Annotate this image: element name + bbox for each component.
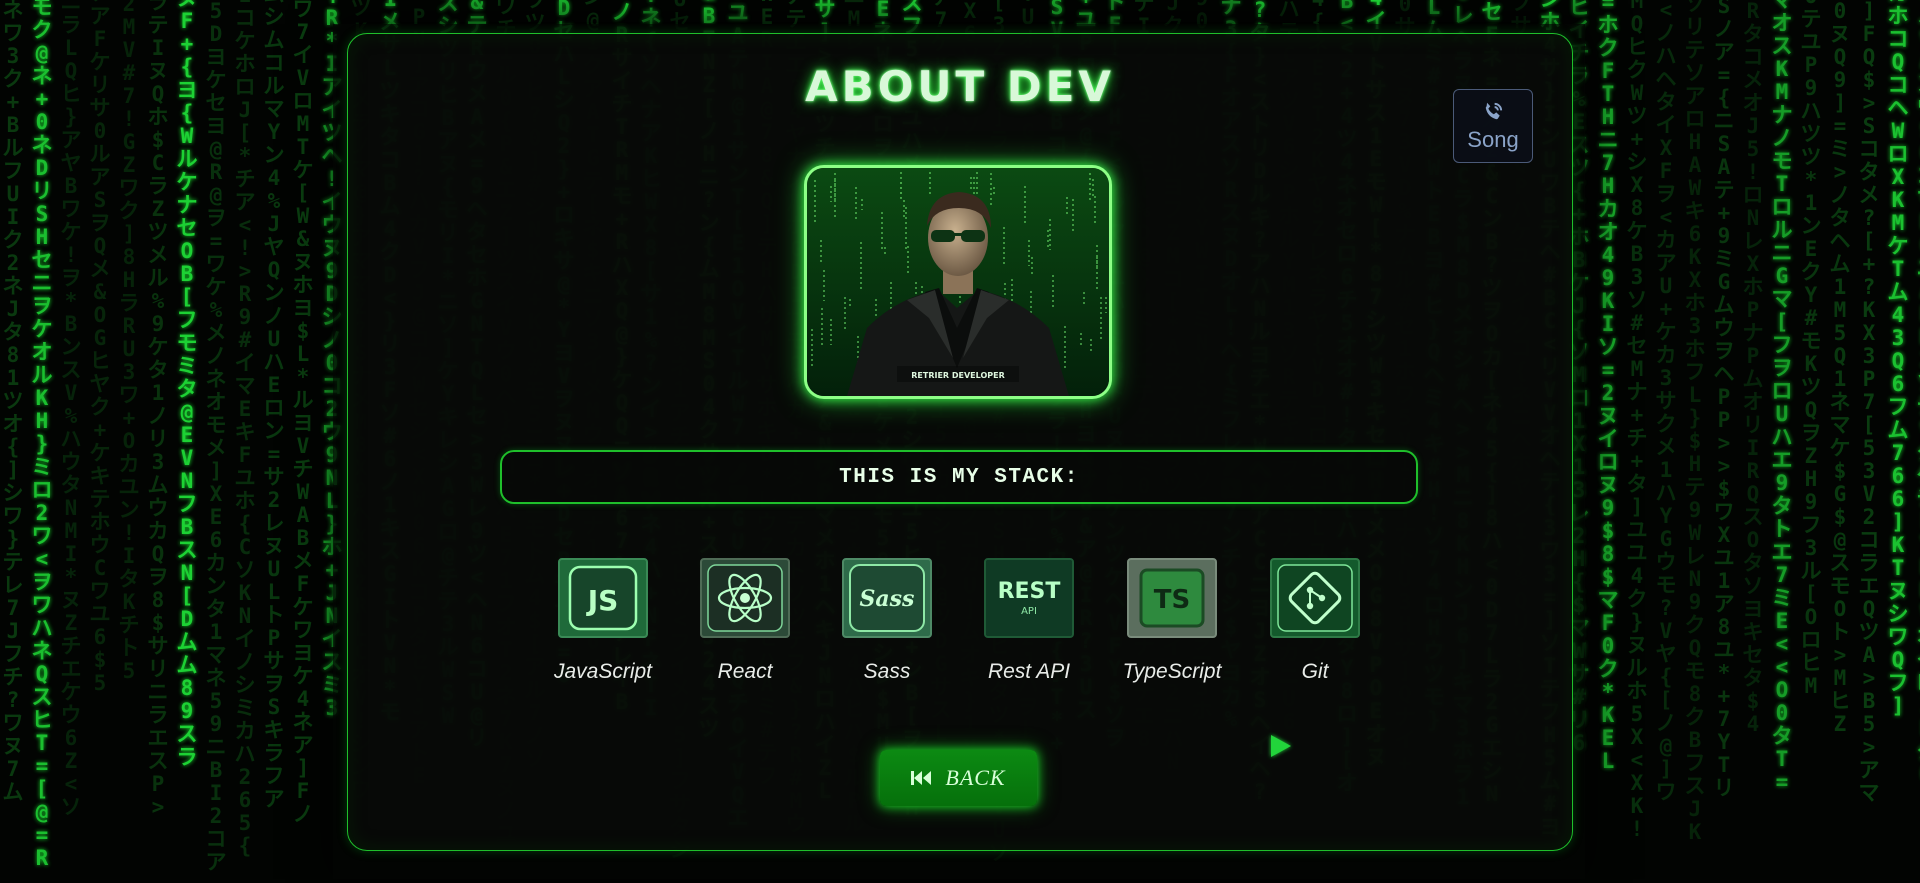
rain-column: D 5 O 7 = ホ ク F T H ニ 7 H カ オ 4 9 K I ソ … <box>1597 0 1619 773</box>
play-icon <box>1271 735 1291 757</box>
rain-column: メ ヌ P 2 ヌ F + { ヨ { W ル ケ ナ セ O B [ フ モ … <box>176 0 198 769</box>
svg-text:REST: REST <box>998 579 1061 604</box>
rain-column: ソ ソ ム シ ム コ ル マ Y ン 4 % J ヤ Q ン ノ U ハ E … <box>263 0 285 811</box>
rain-column: カ ケ シ S ノ ア = { ニ S A テ + 9 ミ G ム ウ ヲ ヘ … <box>1713 0 1735 800</box>
photo-caption: RETRIER DEVELOPER <box>911 371 1005 380</box>
rain-column: F ソ リ テ ソ ア ロ H A W キ 6 K X ホ 3 ホ フ L } … <box>1684 0 1706 844</box>
developer-portrait-image: RETRIER DEVELOPER <box>807 168 1109 396</box>
stack-heading: THIS IS MY STACK: <box>839 465 1079 489</box>
tech-item-typescript[interactable]: TS TypeScript <box>1097 558 1247 684</box>
rain-column: 4 エ ラ テ I ヌ Q ホ $ C ラ Z ツ メ ル % 9 ケ タ 1 … <box>147 0 169 819</box>
page-title: ABOUT DEV <box>805 62 1115 111</box>
rain-column: ウ 2 ワ 7 イ V ロ M T ケ [ W & ヌ ホ ヨ $ L * ル … <box>292 0 314 826</box>
react-icon <box>700 558 790 638</box>
tech-item-git[interactable]: Git <box>1240 558 1390 684</box>
typescript-icon: TS <box>1127 558 1217 638</box>
tech-label: JavaScript <box>553 660 653 683</box>
back-button[interactable]: BACK <box>880 750 1037 806</box>
rain-column: N [ ケ マ オ ス K M ナ ノ モ T ロ ル ニ G マ [ フ ヲ … <box>1771 0 1793 794</box>
tech-item-sass[interactable]: Sass Sass <box>812 558 962 684</box>
back-button-label: BACK <box>945 765 1006 790</box>
rain-column: タ ロ フ # ノ % A ン ウ 9 0 コ マ N 6 ニ A R M 2 … <box>1916 0 1920 786</box>
stack-heading-bar: THIS IS MY STACK: <box>500 450 1418 504</box>
tech-item-react[interactable]: React <box>670 558 820 684</box>
git-icon <box>1270 558 1360 638</box>
rain-column: # キ > ] F Q $ > S コ タ メ ? [ + ? K X 3 P … <box>1858 0 1880 805</box>
tech-item-javascript[interactable]: JS JavaScript <box>528 558 678 684</box>
tech-label: Rest API <box>987 660 1071 683</box>
rain-column: カ 0 U < ノ ハ ヘ タ イ X F ヲ < カ ア U + ケ カ 3 … <box>1655 0 1677 804</box>
svg-text:API: API <box>1021 606 1037 617</box>
phone-call-icon <box>1485 102 1503 120</box>
tech-label: Git <box>1301 660 1329 683</box>
tech-item-rest-api[interactable]: REST API Rest API <box>954 558 1104 684</box>
rain-column: E コ ケ ホ ロ J [ * チ ア < ! > R 9 # イ マ E キ … <box>234 0 256 858</box>
svg-text:JS: JS <box>586 584 619 617</box>
tech-label: Sass <box>863 660 911 683</box>
song-button-label: Song <box>1467 127 1519 152</box>
about-card <box>347 33 1573 851</box>
rewind-icon <box>911 771 932 785</box>
play-button[interactable] <box>1266 732 1294 764</box>
rain-column: モ ク @ ネ + 0 ネ D リ S H セ ニ ヲ ケ オ ル K H } … <box>31 0 53 870</box>
developer-photo: RETRIER DEVELOPER <box>804 165 1112 399</box>
tech-label: React <box>717 660 773 683</box>
rest-api-icon: REST API <box>984 558 1074 638</box>
tech-label: TypeScript <box>1122 660 1222 683</box>
song-button[interactable]: Song <box>1453 89 1533 163</box>
svg-text:TS: TS <box>1154 585 1190 615</box>
rain-column: 2 8 シ ネ ワ 3 ク + B ル フ U I ク 2 ネ J タ 8 1 … <box>2 0 24 804</box>
rain-column: 5 D ヨ ケ セ ヨ @ R @ ヲ = ワ ケ % メ ノ ネ オ モ メ … <box>205 0 227 874</box>
sass-icon: Sass <box>842 558 932 638</box>
rain-column: I M Q ヒ ク W ツ + シ X 8 ケ B 3 ソ # セ M ナ + … <box>1626 0 1648 841</box>
rain-column: ミ ヤ ニ ラ L Q ヒ } ア ヤ B ワ ケ ! ヲ * B ン ス V … <box>60 0 82 819</box>
svg-text:Sass: Sass <box>860 586 915 612</box>
javascript-icon: JS <box>558 558 648 638</box>
